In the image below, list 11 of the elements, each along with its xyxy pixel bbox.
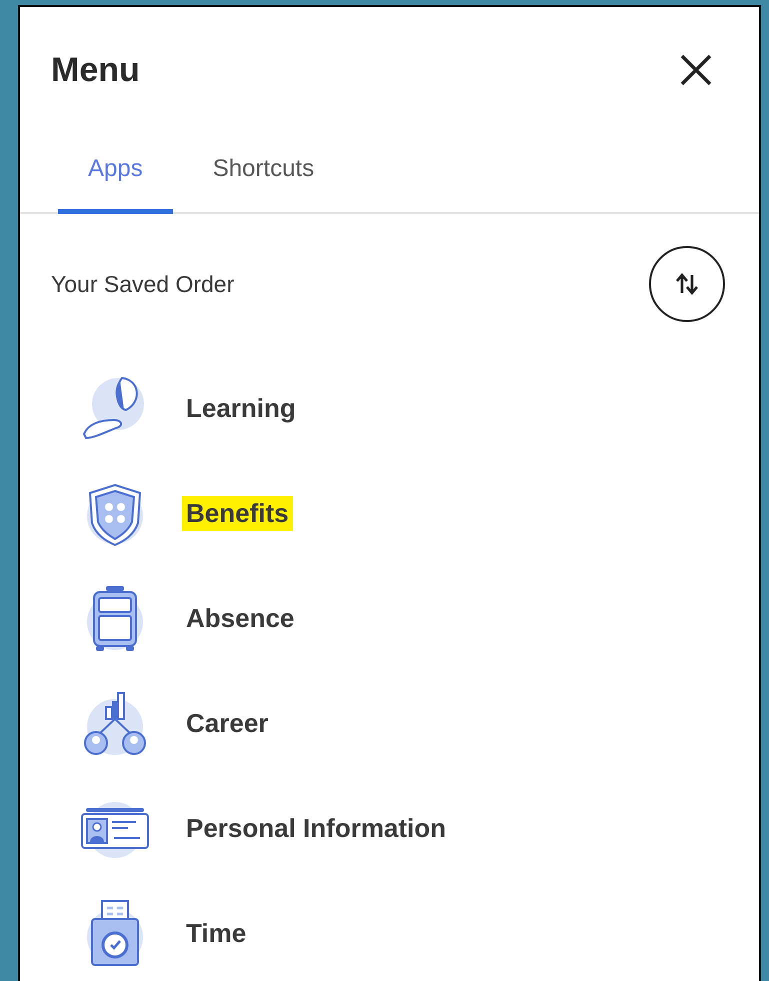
app-link[interactable]: Learning <box>182 391 300 426</box>
tab[interactable]: Apps <box>58 143 173 214</box>
app-link[interactable]: Benefits <box>182 496 293 531</box>
tab[interactable]: Shortcuts <box>182 143 344 214</box>
app-link[interactable]: Career <box>182 706 272 741</box>
section-title: Your Saved Order <box>51 270 234 298</box>
menu-title: Menu <box>51 50 140 90</box>
app-link[interactable]: Absence <box>182 601 298 636</box>
swap-arrows-icon <box>674 271 700 297</box>
app-link[interactable]: Time <box>182 916 250 951</box>
app-link[interactable]: Personal Information <box>182 811 450 846</box>
